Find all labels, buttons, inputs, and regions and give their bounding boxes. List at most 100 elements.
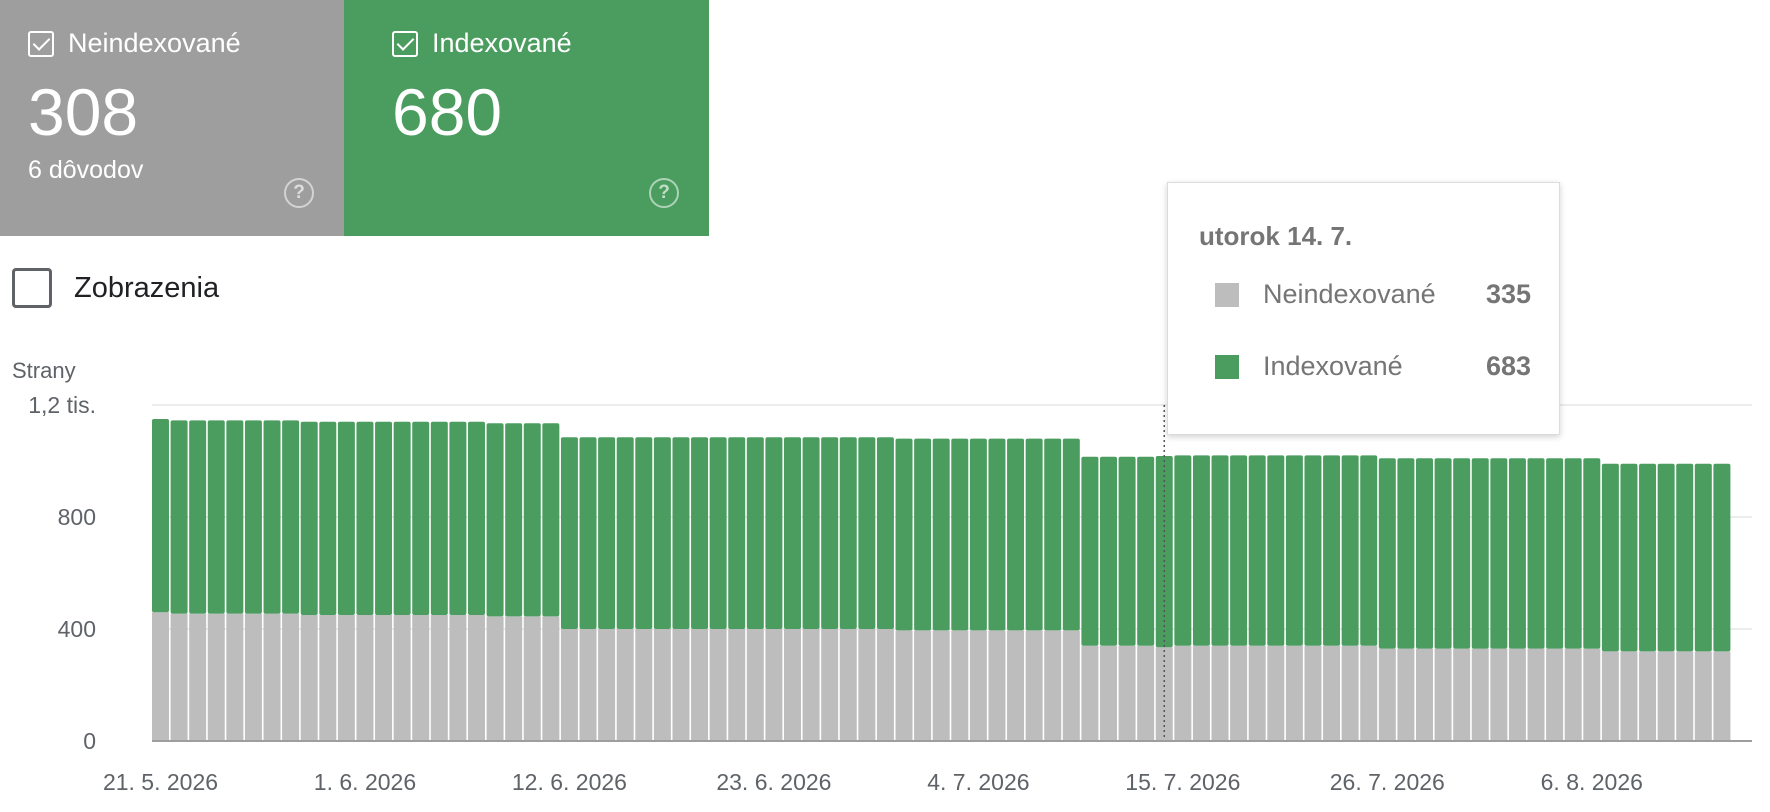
bar-not-indexed <box>1360 645 1378 741</box>
bar-not-indexed <box>1694 651 1712 741</box>
bar-indexed <box>1620 463 1638 652</box>
bar-indexed <box>152 419 169 613</box>
bar-not-indexed <box>189 613 207 741</box>
bar-indexed <box>1211 455 1229 646</box>
bar-not-indexed <box>1267 645 1285 741</box>
bar-not-indexed <box>319 615 337 741</box>
bar-indexed <box>1062 438 1080 631</box>
bar-indexed <box>1601 463 1619 652</box>
card-not-indexed[interactable]: Neindexované 308 6 dôvodov ? <box>0 0 344 236</box>
bar-indexed <box>1508 458 1526 649</box>
bar-indexed <box>1248 455 1266 646</box>
y-axis-title: Strany <box>12 358 76 383</box>
bar-not-indexed <box>1230 645 1248 741</box>
bar-not-indexed <box>412 615 430 741</box>
bar-not-indexed <box>1304 645 1322 741</box>
y-tick-label: 800 <box>58 504 96 530</box>
bar-indexed <box>1676 463 1694 652</box>
bar-not-indexed <box>560 629 578 741</box>
bar-not-indexed <box>1285 645 1303 741</box>
bar-not-indexed <box>1713 651 1731 741</box>
bar-indexed <box>430 421 448 615</box>
checkbox-unchecked-icon[interactable] <box>12 268 52 308</box>
bar-indexed <box>1025 438 1043 631</box>
bar-indexed <box>282 420 300 614</box>
help-icon[interactable]: ? <box>649 178 679 208</box>
checkbox-checked-icon[interactable] <box>392 30 418 57</box>
bar-indexed <box>542 423 560 617</box>
bar-indexed <box>1118 456 1136 646</box>
bar-indexed <box>1471 458 1489 649</box>
bar-not-indexed <box>988 630 1006 741</box>
tooltip-label: Neindexované <box>1263 279 1436 309</box>
chart-tooltip: utorok 14. 7. Neindexované 335 Indexovan… <box>1167 182 1560 435</box>
bar-indexed <box>319 421 337 615</box>
bar-indexed <box>1564 458 1582 649</box>
bar-not-indexed <box>1118 645 1136 741</box>
x-tick-label: 23. 6. 2026 <box>716 769 831 795</box>
bar-indexed <box>412 421 430 615</box>
bar-not-indexed <box>152 612 169 741</box>
x-tick-label: 12. 6. 2026 <box>512 769 627 795</box>
bar-indexed <box>1192 455 1210 646</box>
bar-indexed <box>1285 455 1303 646</box>
bar-indexed <box>895 438 913 631</box>
bar-indexed <box>1360 455 1378 646</box>
bar-indexed <box>709 437 727 629</box>
x-tick-label: 6. 8. 2026 <box>1541 769 1643 795</box>
bar-indexed <box>1453 458 1471 649</box>
bar-indexed <box>932 438 950 631</box>
card-indexed[interactable]: Indexované 680 ? <box>344 0 709 236</box>
bar-not-indexed <box>728 629 746 741</box>
checkbox-checked-icon[interactable] <box>28 30 54 57</box>
y-tick-label: 1,2 tis. <box>28 392 96 418</box>
bar-not-indexed <box>895 630 913 741</box>
bar-not-indexed <box>244 613 262 741</box>
x-tick-label: 1. 6. 2026 <box>314 769 416 795</box>
bar-not-indexed <box>1471 648 1489 741</box>
legend-swatch-not-indexed <box>1215 282 1239 307</box>
bar-indexed <box>207 420 225 614</box>
legend-swatch-indexed <box>1215 354 1239 379</box>
bar-indexed <box>468 421 485 615</box>
bar-indexed <box>1100 456 1117 646</box>
bar-indexed <box>839 437 857 629</box>
card-not-indexed-value: 308 <box>28 75 139 149</box>
bar-not-indexed <box>1527 648 1545 741</box>
bar-not-indexed <box>691 629 709 741</box>
bar-indexed <box>1323 455 1341 646</box>
bar-indexed <box>486 423 504 617</box>
bar-indexed <box>653 437 671 629</box>
bar-indexed <box>988 438 1006 631</box>
bar-not-indexed <box>1378 648 1396 741</box>
bar-not-indexed <box>1174 645 1192 741</box>
bar-indexed <box>969 438 987 631</box>
bar-not-indexed <box>226 613 244 741</box>
card-indexed-value: 680 <box>392 75 503 149</box>
bar-indexed <box>1378 458 1396 649</box>
bar-indexed <box>1527 458 1545 649</box>
bar-not-indexed <box>858 629 876 741</box>
bar-not-indexed <box>784 629 801 741</box>
bar-indexed <box>951 438 969 631</box>
bar-not-indexed <box>1192 645 1210 741</box>
bar-not-indexed <box>746 629 764 741</box>
bar-indexed <box>746 437 764 629</box>
bar-indexed <box>1583 458 1601 649</box>
bar-indexed <box>1397 458 1415 649</box>
bar-indexed <box>1416 458 1433 649</box>
bar-indexed <box>300 421 318 615</box>
bar-indexed <box>1304 455 1322 646</box>
impressions-toggle[interactable]: Zobrazenia <box>12 268 219 308</box>
bar-not-indexed <box>1323 645 1341 741</box>
bar-not-indexed <box>1248 645 1266 741</box>
x-tick-label: 4. 7. 2026 <box>927 769 1029 795</box>
bar-not-indexed <box>1397 648 1415 741</box>
card-not-indexed-header: Neindexované <box>28 28 241 59</box>
bar-not-indexed <box>1100 645 1117 741</box>
help-icon[interactable]: ? <box>284 178 314 208</box>
bar-not-indexed <box>1601 651 1619 741</box>
bar-indexed <box>598 437 616 629</box>
bar-indexed <box>1174 455 1192 646</box>
card-indexed-header: Indexované <box>392 28 572 59</box>
